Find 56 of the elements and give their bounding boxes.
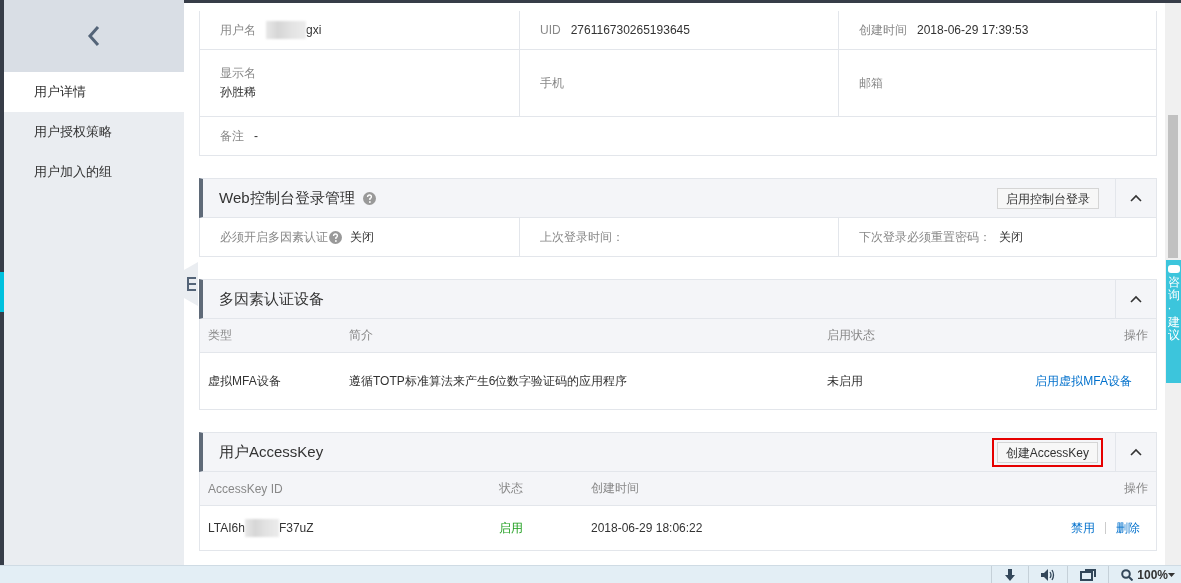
section-title: Web控制台登录管理 [219, 188, 355, 208]
field-label: 备注 [220, 127, 244, 145]
column-header: 创建时间 [591, 480, 640, 497]
field-value: - [254, 129, 258, 143]
action-link[interactable]: 删除 [1116, 519, 1140, 537]
section-title: 用户AccessKey [219, 442, 324, 462]
sidebar-item[interactable]: 用户加入的组 [4, 152, 184, 192]
field-label: 显示名 [220, 65, 256, 82]
caret-icon[interactable] [1168, 572, 1175, 577]
search-icon[interactable] [1121, 568, 1134, 581]
column-header: 操作 [1124, 480, 1148, 497]
key-id-start: LTAI6h [208, 521, 245, 535]
field-label: 用户名 [220, 21, 256, 39]
field-value: 2018-06-29 17:39:53 [917, 23, 1029, 37]
header-button[interactable]: 创建AccessKey [996, 441, 1098, 463]
section-title: 多因素认证设备 [219, 289, 324, 309]
sidebar-item[interactable]: 用户详情 [4, 72, 184, 112]
table-cell-text: 遵循TOTP标准算法来产生6位数字验证码的应用程序 [349, 372, 629, 390]
column-header: 启用状态 [827, 327, 876, 344]
key-id-end: F37uZ [278, 521, 314, 535]
field-label: 手机 [540, 74, 564, 92]
action-link[interactable]: 禁用 [1071, 519, 1095, 537]
column-header: 状态 [499, 480, 524, 497]
field-label: UID [540, 23, 561, 37]
column-header: 简介 [349, 327, 374, 344]
status-text: 启用 [499, 519, 524, 537]
field-label: 邮箱 [859, 74, 883, 92]
chevron-icon[interactable] [1130, 448, 1142, 456]
chevron-icon[interactable] [1130, 194, 1142, 202]
speaker-icon[interactable] [1041, 568, 1056, 581]
zoom-level[interactable]: 100% [1137, 567, 1168, 582]
action-link[interactable]: 启用虚拟MFA设备 [1035, 372, 1132, 390]
column-header: 操作 [1124, 327, 1148, 344]
window-icon[interactable] [1080, 568, 1097, 581]
chevron-icon[interactable] [1130, 295, 1142, 303]
chat-icon [1167, 264, 1180, 274]
collapse-handle[interactable] [184, 262, 198, 306]
header-button[interactable]: 启用控制台登录 [997, 187, 1099, 209]
table-cell-text: 2018-06-29 18:06:22 [591, 521, 704, 535]
scrollbar-thumb[interactable] [1168, 115, 1178, 258]
back-icon[interactable] [87, 25, 101, 47]
field-value: 关闭 [350, 228, 374, 246]
column-header: 类型 [208, 327, 233, 344]
table-cell-text: 未启用 [827, 372, 864, 390]
column-header: AccessKey ID [208, 481, 284, 496]
field-label: 创建时间 [859, 21, 907, 39]
field-value: 关闭 [999, 228, 1023, 246]
sidebar-item[interactable]: 用户授权策略 [4, 112, 184, 152]
field-label: 上次登录时间： [540, 228, 624, 246]
table-cell-text: 虚拟MFA设备 [208, 372, 282, 390]
field-label: 下次登录必须重置密码： [859, 228, 991, 246]
field-value: gxi [306, 23, 322, 37]
download-icon[interactable] [1004, 568, 1017, 581]
field-label: 必须开启多因素认证 [220, 228, 328, 246]
field-value: 孙胜稀 [220, 84, 256, 101]
field-value: 276116730265193645 [570, 23, 690, 37]
